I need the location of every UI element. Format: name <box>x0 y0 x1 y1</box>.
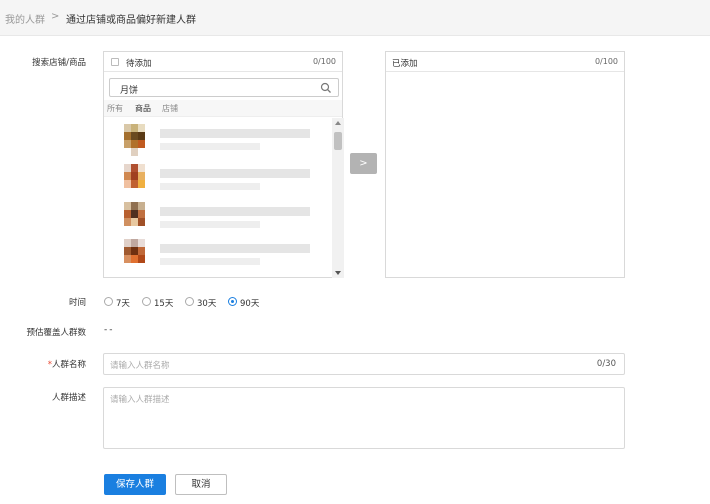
name-placeholder: 请输入人群名称 <box>110 361 170 371</box>
product-thumbnail <box>124 202 150 232</box>
result-list <box>104 118 332 278</box>
list-scrollbar[interactable] <box>332 118 344 278</box>
blurred-title <box>160 169 310 178</box>
radio-checked-icon <box>228 297 237 306</box>
time-option-label: 30天 <box>197 299 217 309</box>
radio-icon <box>142 297 151 306</box>
search-input[interactable]: 月饼 <box>109 78 339 97</box>
time-option-label: 90天 <box>240 299 260 309</box>
search-icon[interactable] <box>320 82 332 94</box>
blurred-subtitle <box>160 221 260 228</box>
filter-bar: 所有 商品 店铺 <box>104 100 342 117</box>
blurred-title <box>160 244 310 253</box>
time-option-label: 15天 <box>154 299 174 309</box>
coverage-label: 预估覆盖人群数 <box>26 328 86 338</box>
create-crowd-page: 我的人群 > 通过店铺或商品偏好新建人群 搜索店铺/商品 待添加 0/100 月… <box>0 0 710 504</box>
scrollbar-thumb[interactable] <box>334 132 342 150</box>
list-item[interactable] <box>104 235 332 271</box>
added-title: 已添加 <box>392 59 418 69</box>
pending-count: 0/100 <box>312 57 336 66</box>
blurred-title <box>160 207 310 216</box>
breadcrumb-separator: > <box>51 11 60 22</box>
add-to-selected-button[interactable]: > <box>350 153 377 174</box>
search-value: 月饼 <box>120 86 139 96</box>
product-thumbnail <box>124 124 150 156</box>
breadcrumb-home-link[interactable]: 我的人群 <box>5 11 45 26</box>
select-all-checkbox[interactable] <box>111 58 119 66</box>
filter-products[interactable]: 商品 <box>135 103 151 114</box>
blurred-subtitle <box>160 183 260 190</box>
list-item[interactable] <box>104 120 332 156</box>
filter-all[interactable]: 所有 <box>107 103 123 114</box>
save-crowd-button[interactable]: 保存人群 <box>104 474 166 495</box>
list-item[interactable] <box>104 198 332 234</box>
blurred-subtitle <box>160 258 260 265</box>
list-item[interactable] <box>104 160 332 196</box>
blurred-title <box>160 129 310 138</box>
time-option-label: 7天 <box>116 299 130 309</box>
desc-label: 人群描述 <box>51 393 86 403</box>
cancel-button[interactable]: 取消 <box>175 474 227 495</box>
desc-placeholder: 请输入人群描述 <box>110 395 170 405</box>
filter-shops[interactable]: 店铺 <box>162 103 178 114</box>
coverage-value: -- <box>104 325 115 335</box>
pending-panel: 待添加 0/100 月饼 所有 商品 店铺 <box>103 51 344 278</box>
name-label: *人群名称 <box>6 358 86 370</box>
time-label: 时间 <box>68 298 86 308</box>
name-label-text: 人群名称 <box>51 360 86 370</box>
pending-panel-header: 待添加 0/100 <box>104 52 342 72</box>
pending-title: 待添加 <box>126 59 152 69</box>
product-thumbnail <box>124 164 150 194</box>
breadcrumb-current: 通过店铺或商品偏好新建人群 <box>66 15 196 26</box>
radio-icon <box>185 297 194 306</box>
added-count: 0/100 <box>594 57 618 66</box>
radio-icon <box>104 297 113 306</box>
scroll-down-arrow-icon[interactable] <box>335 271 341 275</box>
search-label: 搜索店铺/商品 <box>32 58 86 68</box>
crowd-name-input[interactable]: 请输入人群名称 0/30 <box>103 353 625 375</box>
breadcrumb: 我的人群 > 通过店铺或商品偏好新建人群 <box>0 0 710 36</box>
added-panel: 已添加 0/100 <box>385 51 625 278</box>
scroll-up-arrow-icon[interactable] <box>335 121 341 125</box>
crowd-description-textarea[interactable]: 请输入人群描述 <box>103 387 625 449</box>
name-char-count: 0/30 <box>596 359 616 369</box>
blurred-subtitle <box>160 143 260 150</box>
product-thumbnail <box>124 239 150 269</box>
added-panel-header: 已添加 0/100 <box>386 52 624 72</box>
